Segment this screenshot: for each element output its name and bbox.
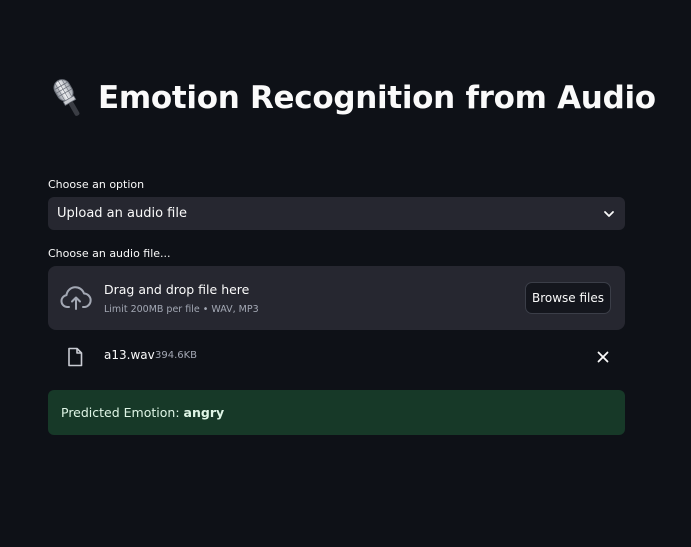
- uploader-label: Choose an audio file...: [48, 247, 171, 260]
- option-select-label: Choose an option: [48, 178, 145, 191]
- uploaded-file-name: a13.wav: [104, 348, 155, 362]
- uploaded-file-row: a13.wav 394.6KB: [48, 340, 625, 374]
- cloud-upload-icon: [60, 286, 92, 310]
- result-label: Predicted Emotion:: [61, 405, 180, 420]
- file-icon: [68, 347, 83, 367]
- option-select[interactable]: Upload an audio file: [48, 197, 625, 230]
- dropzone-title: Drag and drop file here: [104, 282, 250, 297]
- dropzone-subtitle: Limit 200MB per file • WAV, MP3: [104, 304, 259, 315]
- browse-files-button[interactable]: Browse files: [525, 282, 611, 314]
- close-icon[interactable]: [596, 350, 610, 364]
- app-page: Emotion Recognition from Audio Choose an…: [0, 0, 691, 547]
- file-dropzone[interactable]: Drag and drop file here Limit 200MB per …: [48, 266, 625, 330]
- page-header: Emotion Recognition from Audio: [48, 72, 656, 124]
- chevron-down-icon: [604, 210, 614, 217]
- microphone-icon: [53, 79, 80, 116]
- option-select-value: Upload an audio file: [57, 206, 187, 221]
- prediction-result: Predicted Emotion: angry: [48, 390, 625, 435]
- uploaded-file-size: 394.6KB: [155, 350, 198, 361]
- result-value: angry: [183, 405, 225, 420]
- page-title: Emotion Recognition from Audio: [98, 80, 656, 116]
